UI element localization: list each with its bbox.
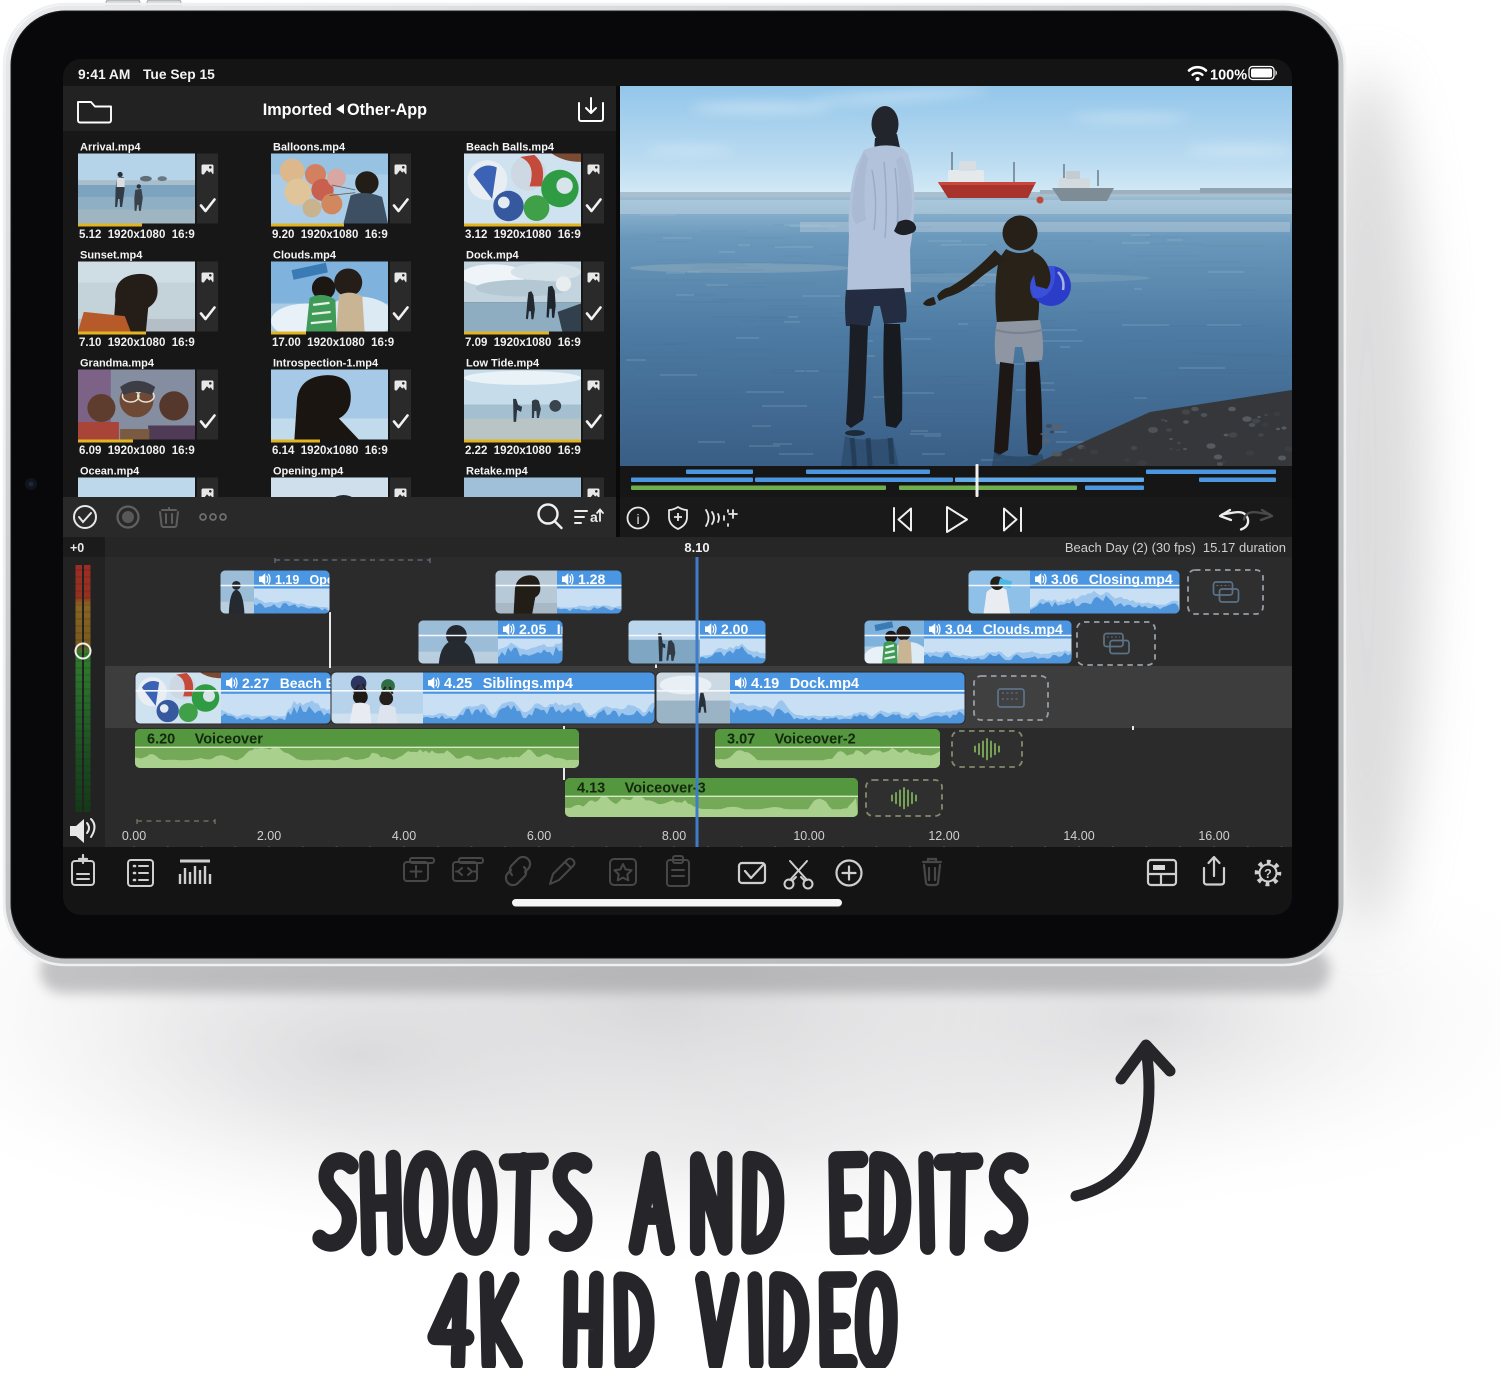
svg-text:9.20 1920x1080 16:9: 9.20 1920x1080 16:9 (272, 229, 388, 241)
svg-text:Beach B: Beach B (280, 675, 336, 691)
svg-text:10.00: 10.00 (793, 829, 824, 843)
svg-text:2.22 1920x1080 16:9: 2.22 1920x1080 16:9 (465, 445, 581, 457)
svg-text:Balloons.mp4: Balloons.mp4 (273, 142, 346, 154)
svg-text:Voiceover-3: Voiceover-3 (625, 781, 706, 797)
svg-text:6.00: 6.00 (527, 829, 551, 843)
svg-text:Retake.mp4: Retake.mp4 (466, 466, 529, 478)
svg-text:7.09 1920x1080 16:9: 7.09 1920x1080 16:9 (465, 337, 581, 349)
svg-text:6.09 1920x1080 16:9: 6.09 1920x1080 16:9 (79, 445, 195, 457)
svg-text:Grandma.mp4: Grandma.mp4 (80, 358, 155, 370)
svg-text:Tue Sep 15: Tue Sep 15 (143, 67, 215, 82)
svg-text:Clouds.mp4: Clouds.mp4 (273, 250, 337, 262)
svg-text:4.13: 4.13 (577, 781, 605, 797)
svg-text:?: ? (1264, 867, 1272, 881)
svg-text:+0: +0 (70, 541, 84, 555)
svg-text:6.14 1920x1080 16:9: 6.14 1920x1080 16:9 (272, 445, 388, 457)
svg-text:Introspection-1.mp4: Introspection-1.mp4 (273, 358, 379, 370)
svg-text:Imported: Imported (263, 101, 332, 119)
svg-text:i: i (636, 511, 639, 527)
svg-text:Arrival.mp4: Arrival.mp4 (80, 142, 141, 154)
svg-text:Voiceover: Voiceover (195, 732, 264, 748)
svg-text:Beach Balls.mp4: Beach Balls.mp4 (466, 142, 555, 154)
svg-text:Sunset.mp4: Sunset.mp4 (80, 250, 143, 262)
svg-text:17.00 1920x1080 16:9: 17.00 1920x1080 16:9 (272, 337, 394, 349)
svg-text:100%: 100% (1210, 68, 1247, 84)
svg-text:Voiceover-2: Voiceover-2 (775, 732, 856, 748)
svg-text:Beach Day (2) (30 fps) 15.17: Beach Day (2) (30 fps) 15.17 duration (1065, 540, 1286, 555)
svg-text:Siblings.mp4: Siblings.mp4 (483, 676, 573, 692)
svg-text:3.12 1920x1080 16:9: 3.12 1920x1080 16:9 (465, 229, 581, 241)
svg-text:a: a (590, 509, 598, 525)
svg-text:7.10 1920x1080 16:9: 7.10 1920x1080 16:9 (79, 337, 195, 349)
svg-text:3.07: 3.07 (727, 732, 755, 748)
svg-text:Other-App: Other-App (347, 101, 427, 119)
svg-text:Ocean.mp4: Ocean.mp4 (80, 466, 140, 478)
svg-text:5.12 1920x1080 16:9: 5.12 1920x1080 16:9 (79, 229, 195, 241)
svg-text:Low Tide.mp4: Low Tide.mp4 (466, 358, 540, 370)
svg-text:2.00: 2.00 (257, 829, 281, 843)
svg-text:8.00: 8.00 (662, 829, 686, 843)
svg-text:4.25: 4.25 (444, 676, 472, 692)
svg-text:2.27: 2.27 (242, 675, 269, 691)
svg-text:16.00: 16.00 (1198, 829, 1229, 843)
svg-text:6.20: 6.20 (147, 732, 175, 748)
svg-text:Opening.mp4: Opening.mp4 (273, 466, 344, 478)
svg-text:12.00: 12.00 (928, 829, 959, 843)
svg-text:14.00: 14.00 (1063, 829, 1094, 843)
svg-text:8.10: 8.10 (684, 540, 709, 555)
svg-text:9:41 AM: 9:41 AM (78, 67, 130, 82)
svg-text:Dock.mp4: Dock.mp4 (790, 676, 859, 692)
svg-text:Dock.mp4: Dock.mp4 (466, 250, 519, 262)
svg-text:0.00: 0.00 (122, 829, 146, 843)
svg-text:4.19: 4.19 (751, 676, 779, 692)
svg-text:4.00: 4.00 (392, 829, 416, 843)
